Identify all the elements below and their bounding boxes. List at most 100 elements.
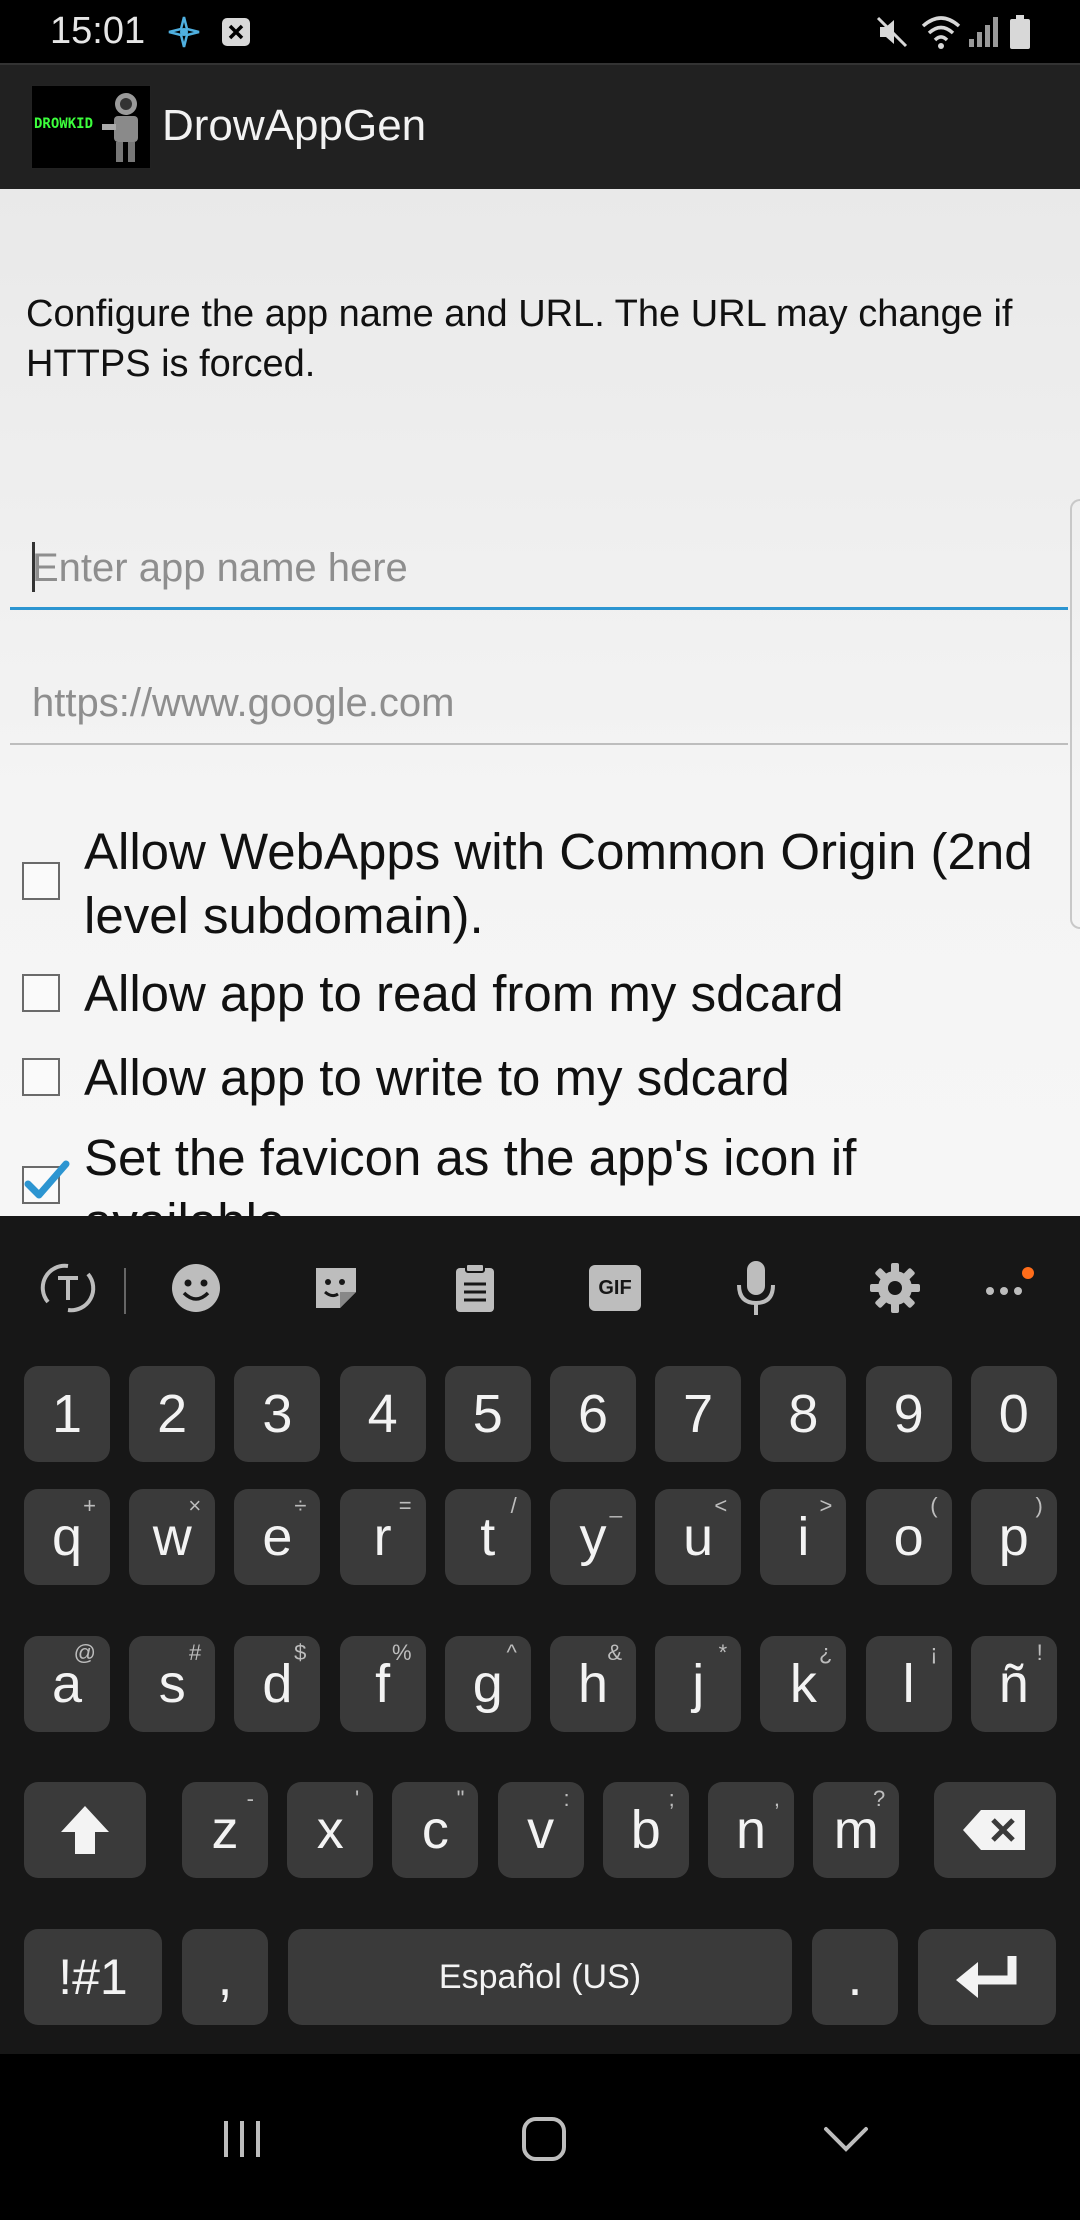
key-label: 8 [788, 1384, 819, 1444]
key-label: s [158, 1654, 186, 1714]
key-c[interactable]: c " [392, 1782, 479, 1878]
app-name-field[interactable] [10, 538, 1068, 610]
text-prediction-icon[interactable] [36, 1256, 100, 1320]
key-label: 3 [262, 1384, 293, 1444]
checkbox-favicon-icon[interactable] [22, 1160, 70, 1204]
key-hint: ; [668, 1786, 675, 1811]
sticker-icon[interactable] [304, 1256, 368, 1320]
back-button[interactable] [806, 2104, 886, 2174]
key-x[interactable]: x ' [287, 1782, 374, 1878]
backspace-icon [963, 1810, 1025, 1850]
key-3[interactable]: 3 [234, 1366, 321, 1462]
key-k[interactable]: k ¿ [760, 1636, 847, 1732]
intro-text: Configure the app name and URL. The URL … [26, 293, 1013, 385]
key-l[interactable]: l ¡ [865, 1636, 952, 1732]
key-8[interactable]: 8 [760, 1366, 847, 1462]
key-label: u [683, 1507, 714, 1567]
key-hint: ( [930, 1493, 938, 1518]
navigation-icon [164, 12, 204, 52]
shift-icon [61, 1806, 109, 1854]
key-m[interactable]: m? [813, 1782, 900, 1878]
key-label: g [472, 1654, 503, 1714]
key-hint: ) [1035, 1493, 1043, 1518]
action-bar: DROWKID DrowAppGen [0, 63, 1080, 189]
key-ñ[interactable]: ñ! [970, 1636, 1057, 1732]
key-label: x [316, 1800, 344, 1860]
key-t[interactable]: t / [444, 1489, 531, 1585]
key-y[interactable]: y _ [550, 1489, 636, 1585]
key-0[interactable]: 0 [970, 1366, 1057, 1462]
enter-icon [956, 1956, 1017, 1998]
backspace-key[interactable] [934, 1782, 1056, 1878]
key-a[interactable]: a @ [24, 1636, 110, 1732]
key-i[interactable]: i > [760, 1489, 847, 1585]
period-key[interactable]: . [812, 1929, 898, 2025]
home-button[interactable] [504, 2104, 584, 2174]
key-p[interactable]: p) [970, 1489, 1057, 1585]
key-j[interactable]: j * [655, 1636, 742, 1732]
gif-button[interactable]: GIF [583, 1256, 647, 1320]
key-b[interactable]: b; [602, 1782, 689, 1878]
clipboard-icon[interactable] [443, 1256, 507, 1320]
key-hint: : [563, 1786, 570, 1811]
option-label: Set the favicon as the app's icon if ava… [84, 1129, 857, 1216]
key-6[interactable]: 6 [550, 1366, 636, 1462]
url-field[interactable] [10, 673, 1068, 745]
key-v[interactable]: v: [497, 1782, 584, 1878]
emoji-icon[interactable] [164, 1256, 228, 1320]
key-5[interactable]: 5 [444, 1366, 531, 1462]
key-label: q [51, 1507, 83, 1567]
key-q[interactable]: q + [24, 1489, 110, 1585]
url-input[interactable] [10, 673, 1068, 733]
space-key[interactable]: Español (US) [288, 1929, 792, 2025]
key-d[interactable]: d $ [234, 1636, 321, 1732]
key-f[interactable]: f% [339, 1636, 426, 1732]
key-h[interactable]: h & [550, 1636, 636, 1732]
shift-key[interactable] [24, 1782, 146, 1878]
key-2[interactable]: 2 [129, 1366, 216, 1462]
key-w[interactable]: w × [129, 1489, 216, 1585]
checkbox-common-origin[interactable] [22, 862, 60, 900]
key-hint: % [392, 1640, 412, 1665]
key-u[interactable]: u < [655, 1489, 742, 1585]
key-label: !#1 [58, 1949, 128, 2005]
soft-keyboard[interactable]: GIF 1 2 3 4 5 6 7 8 9 0 q + w × e ÷ r = t / y _ u < i > o(p) a @ s # d $… [0, 1216, 1080, 2054]
keyboard-toolbar: GIF [0, 1216, 1080, 1366]
checkbox-read-sdcard[interactable] [22, 974, 60, 1012]
recent-apps-button[interactable] [202, 2104, 282, 2174]
key-label: w [152, 1507, 192, 1567]
key-label: . [847, 1947, 863, 2007]
key-s[interactable]: s # [129, 1636, 216, 1732]
key-1[interactable]: 1 [24, 1366, 110, 1462]
key-n[interactable]: n, [708, 1782, 794, 1878]
key-hint: * [718, 1640, 728, 1665]
home-icon [522, 2117, 566, 2161]
key-g[interactable]: g ^ [444, 1636, 531, 1732]
symbols-key[interactable]: !#1 [24, 1929, 162, 2025]
enter-key[interactable] [918, 1929, 1056, 2025]
gear-icon[interactable] [863, 1256, 927, 1320]
app-name-input[interactable] [10, 538, 1068, 598]
key-label: t [480, 1507, 496, 1567]
key-e[interactable]: e ÷ [234, 1489, 321, 1585]
key-label: 9 [893, 1384, 924, 1444]
key-label: 4 [367, 1384, 398, 1444]
key-hint: " [456, 1786, 465, 1811]
key-hint: & [607, 1640, 622, 1665]
app-title: DrowAppGen [162, 101, 427, 150]
checkbox-write-sdcard[interactable] [22, 1058, 60, 1096]
key-4[interactable]: 4 [339, 1366, 426, 1462]
more-options-icon[interactable] [976, 1256, 1040, 1320]
key-z[interactable]: z- [182, 1782, 268, 1878]
key-9[interactable]: 9 [865, 1366, 952, 1462]
key-label: d [262, 1654, 293, 1714]
key-hint: + [83, 1493, 96, 1518]
key-r[interactable]: r = [339, 1489, 426, 1585]
key-7[interactable]: 7 [655, 1366, 742, 1462]
toolbar-divider [124, 1268, 126, 1314]
main-content[interactable]: Configure the app name and URL. The URL … [0, 189, 1080, 1216]
option-label: Allow app to write to my sdcard [84, 1049, 790, 1106]
key-o[interactable]: o( [865, 1489, 952, 1585]
comma-key[interactable]: , [182, 1929, 268, 2025]
microphone-icon[interactable] [724, 1256, 788, 1320]
